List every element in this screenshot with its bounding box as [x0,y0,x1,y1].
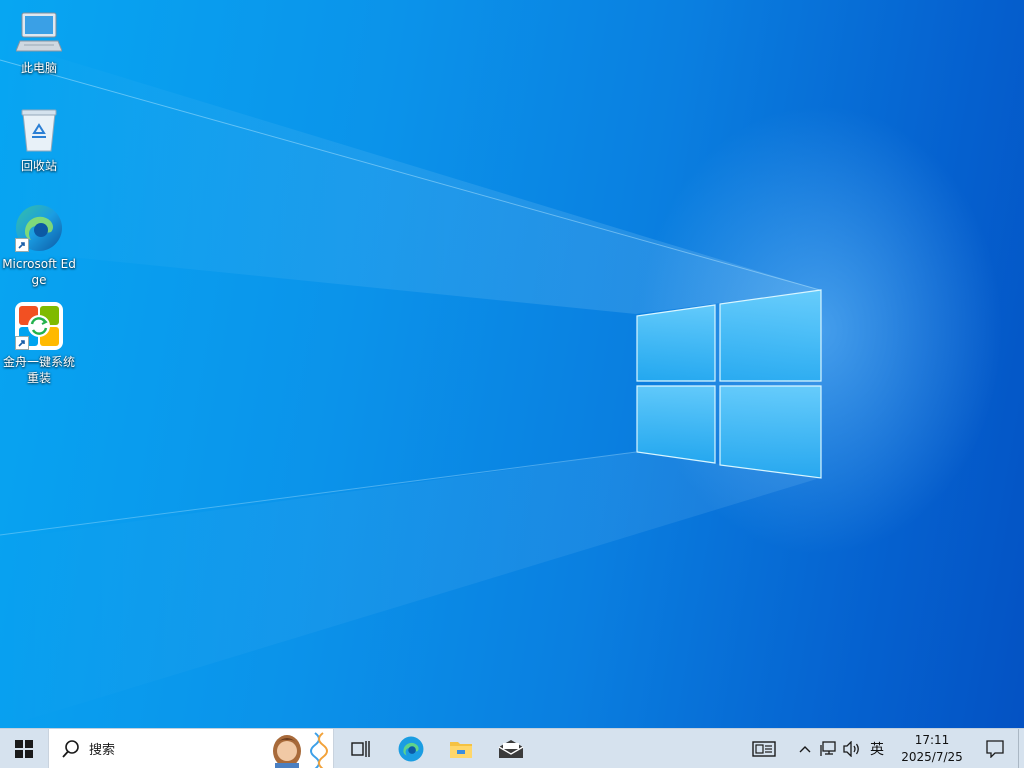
desktop-icon-label: Microsoft Edge [2,257,76,287]
taskbar-search-box[interactable]: 搜索 [48,728,334,768]
edge-icon [15,204,63,252]
desktop-icon-this-pc[interactable]: 此电脑 [2,8,76,76]
shortcut-arrow-icon [15,336,29,350]
windows-logo-icon [15,739,33,758]
chevron-up-icon [799,745,811,752]
system-tray: 英 17:11 2025/7/25 [744,728,1024,768]
show-desktop-button[interactable] [1018,728,1024,768]
edge-icon [398,736,424,761]
input-language-indicator[interactable]: 英 [864,729,890,768]
taskbar-mail-button[interactable] [486,729,536,768]
computer-icon [15,8,63,56]
desktop-icon-label: 金舟一键系统重装 [2,355,75,385]
recycle-bin-icon [15,106,63,154]
desktop-icon-system-reinstall[interactable]: 金舟一键系统重装 [2,302,76,386]
volume-button[interactable] [840,729,864,768]
volume-icon [843,740,859,757]
search-placeholder: 搜索 [89,743,116,758]
clock[interactable]: 17:11 2025/7/25 [892,729,972,768]
taskbar-edge-button[interactable] [386,729,436,768]
search-highlight-illustration[interactable] [253,729,333,768]
show-hidden-icons-button[interactable] [794,729,816,768]
shortcut-arrow-icon [15,238,29,252]
clock-time: 17:11 [914,732,950,747]
task-view-icon [351,740,370,757]
start-button[interactable] [0,729,48,768]
desktop-wallpaper [0,0,1024,728]
network-icon [820,740,836,756]
taskbar: 搜索 英 17:11 2025/7/25 [0,728,1024,768]
task-view-button[interactable] [336,729,386,768]
folder-icon [450,741,472,758]
clock-date: 2025/7/25 [901,749,963,764]
notification-icon [986,739,1004,758]
desktop-icon-recycle-bin[interactable]: 回收站 [2,106,76,174]
notification-center-button[interactable] [972,729,1018,768]
system-reinstall-icon [15,302,63,350]
news-widget-button[interactable] [744,729,784,768]
desktop-icon-label: 此电脑 [20,61,57,75]
desktop-icon-label: 回收站 [20,159,57,173]
windows-light-logo [0,40,822,728]
news-widget-icon [752,740,776,757]
taskbar-file-explorer-button[interactable] [436,729,486,768]
desktop-icon-edge[interactable]: Microsoft Edge [2,204,76,288]
network-status-button[interactable] [816,729,840,768]
mail-icon [498,739,524,758]
search-icon [62,739,79,758]
